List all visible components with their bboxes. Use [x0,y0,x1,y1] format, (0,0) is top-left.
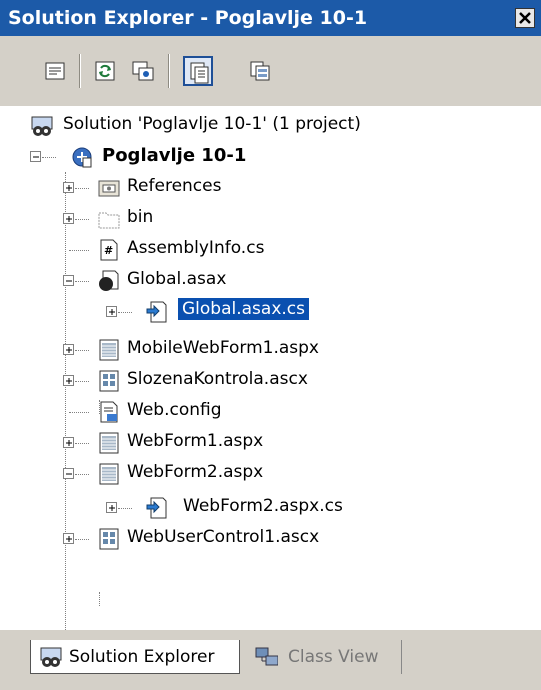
expand-toggle[interactable] [106,502,117,513]
refresh-icon [95,61,115,81]
tree-item-label: Web.config [127,400,222,420]
tree-line [75,381,89,382]
expand-toggle[interactable] [63,375,74,386]
plus-icon [66,440,72,446]
close-icon [519,12,531,24]
tree-line [118,312,132,313]
tree-line [69,250,89,251]
project-icon [72,147,92,168]
refresh-button[interactable] [90,56,120,86]
minus-icon [66,280,72,282]
properties-icon [45,62,65,80]
expand-toggle[interactable] [63,344,74,355]
expand-toggle[interactable] [63,533,74,544]
collapse-toggle[interactable] [63,275,74,286]
tree-item-label: Global.asax [127,269,227,289]
toolbar [0,36,541,106]
global-asax-icon [99,270,119,291]
tree-item-label: Global.asax.cs [177,297,310,321]
minus-icon [66,473,72,475]
folder-icon [98,212,120,229]
tree-line [75,474,89,475]
title-bar[interactable]: Solution Explorer - Poglavlje 10-1 [0,0,541,36]
show-all-files-icon [132,61,154,81]
minus-icon [33,156,39,158]
tree-item-label: SlozenaKontrola.ascx [127,369,308,389]
plus-icon [109,505,115,511]
plus-icon [66,185,72,191]
class-view-icon [255,647,278,666]
plus-icon [66,536,72,542]
tree-item-label: Poglavlje 10-1 [102,145,247,166]
tab-solution-explorer[interactable]: Solution Explorer [30,640,240,674]
solution-icon [31,116,53,136]
expand-toggle[interactable] [63,213,74,224]
code-behind-file-icon [146,497,167,519]
plus-icon [66,216,72,222]
view-code-button[interactable] [183,56,213,86]
tab-class-view[interactable]: Class View [242,640,402,674]
show-all-files-button[interactable] [128,56,158,86]
cs-file-icon: # [100,239,118,261]
tree-item-label: References [127,176,222,196]
tree-line [75,443,89,444]
references-folder-icon [98,180,120,197]
tree-line [99,592,100,606]
expand-toggle[interactable] [63,182,74,193]
plus-icon [109,309,115,315]
window-title: Solution Explorer - Poglavlje 10-1 [8,7,368,29]
view-designer-button[interactable] [245,56,275,86]
expand-toggle[interactable] [106,306,117,317]
tab-label: Class View [288,647,379,667]
tree-line [75,350,89,351]
collapse-toggle[interactable] [63,468,74,479]
tree-item-label: AssemblyInfo.cs [127,238,265,258]
web-form-icon [99,432,119,454]
tree-line [75,281,89,282]
view-code-icon [190,62,209,84]
tree-line [118,508,132,509]
web-form-icon [99,463,119,485]
properties-button[interactable] [40,56,70,86]
tree-line [65,172,66,642]
tree-item-label: MobileWebForm1.aspx [127,338,319,358]
svg-text:#: # [104,244,113,257]
tree-line [75,539,89,540]
toolbar-separator [168,54,170,88]
expand-toggle[interactable] [63,437,74,448]
user-control-icon [99,370,119,392]
tree-item-label: WebForm2.aspx.cs [183,496,343,516]
tree-item-label: WebUserControl1.ascx [127,527,320,547]
toolbar-separator [79,54,81,88]
web-form-icon [99,339,119,361]
tree-item-label: Solution 'Poglavlje 10-1' (1 project) [63,114,361,134]
tab-label: Solution Explorer [69,647,215,667]
plus-icon [66,378,72,384]
tree-line [69,412,89,413]
user-control-icon [99,528,119,550]
tree-item-label: WebForm1.aspx [127,431,264,451]
view-designer-icon [250,61,270,81]
tree-line [42,157,56,158]
tree-item-label: bin [127,207,154,227]
solution-explorer-window: Solution Explorer - Poglavlje 10-1 Solut… [0,0,541,690]
tab-bar: Solution Explorer Class View [0,630,541,690]
solution-explorer-icon [40,647,62,667]
plus-icon [66,347,72,353]
config-file-icon [100,401,118,423]
close-button[interactable] [515,8,535,28]
code-behind-file-icon [146,301,167,323]
collapse-toggle[interactable] [30,151,41,162]
tree-line [75,219,89,220]
tree-line [75,188,89,189]
tree-item-label: WebForm2.aspx [127,462,264,482]
